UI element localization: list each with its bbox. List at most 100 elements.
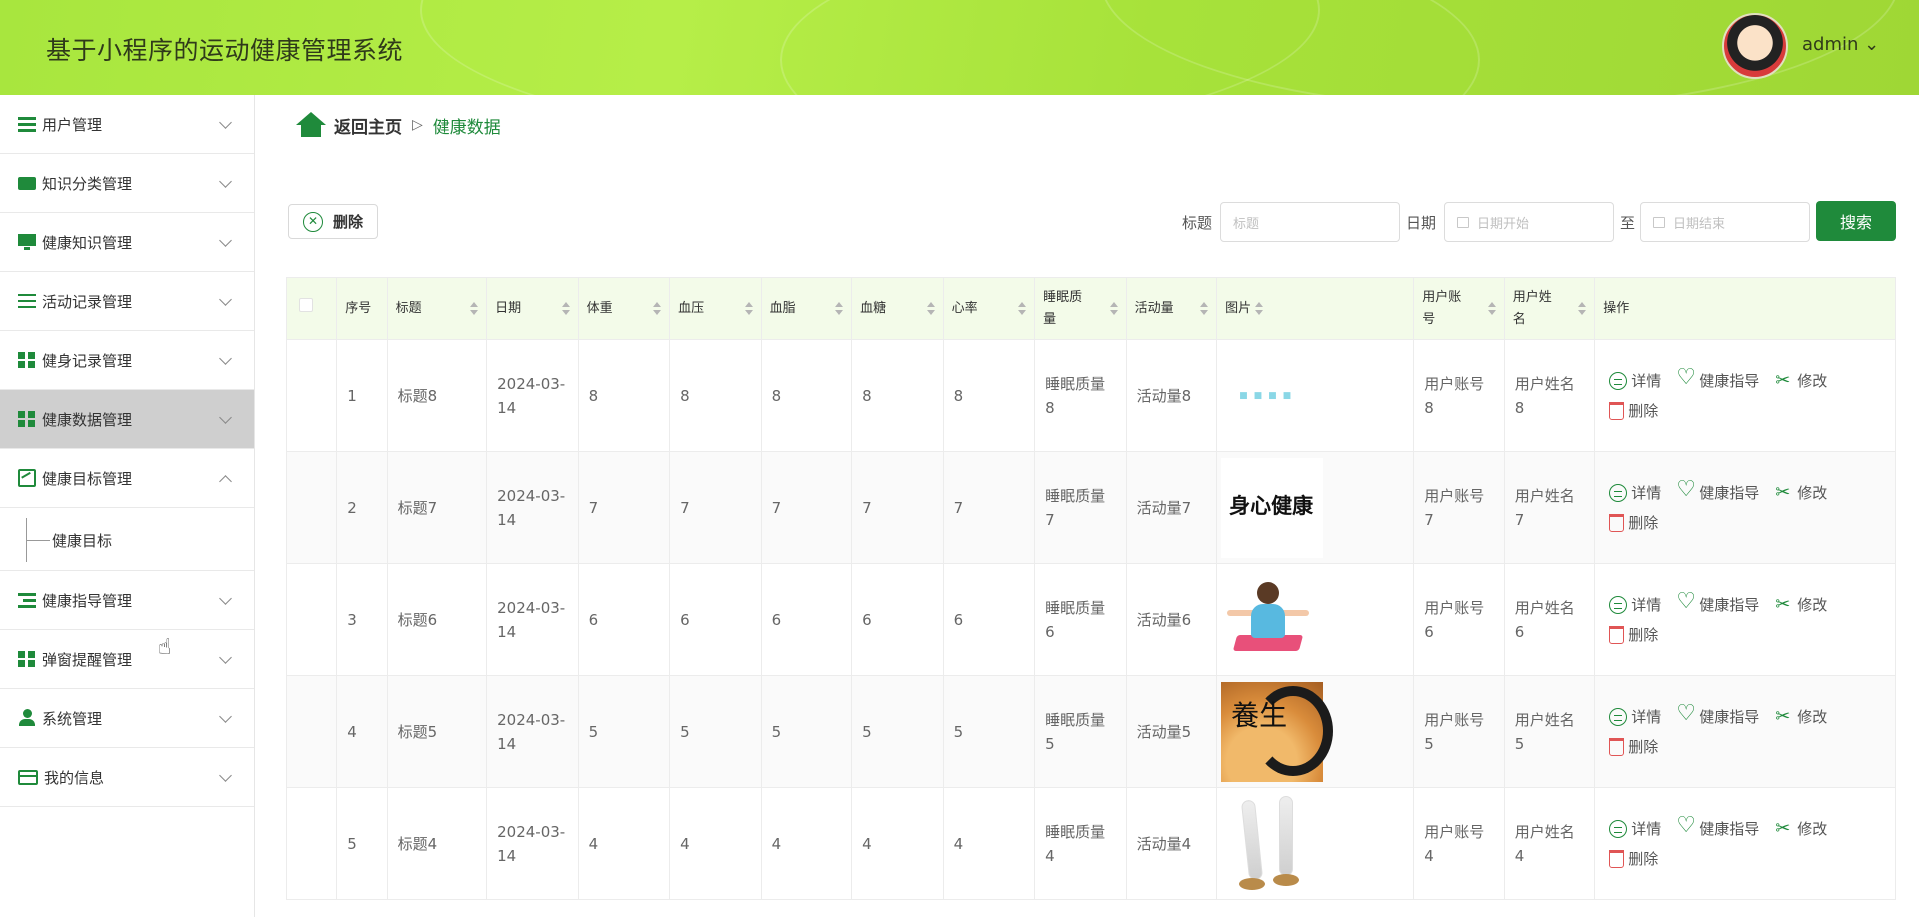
column-header[interactable]: 用户账号: [1413, 277, 1505, 340]
cell-blood-lipid: 6: [760, 563, 853, 676]
sidebar-item-health-guide[interactable]: 健康指导管理: [0, 571, 254, 630]
user-menu[interactable]: admin ⌄: [1802, 34, 1879, 55]
column-header[interactable]: 图片: [1216, 277, 1415, 340]
health-guide-button[interactable]: 健康指导: [1676, 590, 1759, 617]
column-header[interactable]: 血压: [669, 277, 762, 340]
cell-blood-sugar: 7: [851, 451, 944, 564]
health-guide-button[interactable]: 健康指导: [1676, 366, 1759, 393]
column-header[interactable]: 日期: [486, 277, 579, 340]
sidebar-item-activity-record[interactable]: 活动记录管理: [0, 272, 254, 331]
cell-blood-lipid: 8: [760, 339, 853, 452]
column-header[interactable]: 用户姓名: [1503, 277, 1596, 340]
health-data-table: 序号 标题 日期 体重 血压 血脂 血糖 心率 睡眠质量 活动量 图片 用户账号…: [285, 277, 1896, 900]
delete-button[interactable]: 删除: [1609, 511, 1658, 535]
cell-weight: 8: [577, 339, 671, 452]
sort-icon[interactable]: [835, 302, 844, 316]
sidebar-item-system[interactable]: 系统管理: [0, 689, 254, 748]
cell-date: 2024-03-14: [486, 675, 579, 788]
sort-icon[interactable]: [744, 302, 753, 316]
column-header[interactable]: 血脂: [760, 277, 853, 340]
thumbnail-image[interactable]: ■■■■: [1221, 345, 1324, 446]
detail-button[interactable]: 详情: [1609, 593, 1661, 617]
grid-icon: [18, 650, 36, 668]
sidebar-item-knowledge-category[interactable]: 知识分类管理: [0, 154, 254, 213]
select-cell: [285, 451, 338, 564]
thumbnail-image[interactable]: 養生: [1221, 681, 1334, 782]
column-header[interactable]: 血糖: [851, 277, 944, 340]
card-icon: [18, 769, 38, 785]
sort-icon[interactable]: [653, 302, 662, 316]
date-end-input[interactable]: 日期结束: [1640, 202, 1810, 242]
delete-button[interactable]: 删除: [1609, 735, 1658, 759]
thumbnail-image[interactable]: [1221, 793, 1324, 894]
cell-weight: 6: [577, 563, 671, 676]
cell-actions: 详情 健康指导 修改 删除: [1594, 675, 1896, 788]
sort-icon[interactable]: [1018, 302, 1027, 316]
column-header[interactable]: 心率: [942, 277, 1036, 340]
batch-delete-button[interactable]: ✕ 删除: [288, 204, 378, 239]
detail-button[interactable]: 详情: [1609, 369, 1661, 393]
edit-button[interactable]: 修改: [1775, 481, 1827, 505]
trash-icon: [1609, 513, 1625, 532]
sidebar-item-label: 健康指导管理: [42, 591, 133, 610]
sort-icon[interactable]: [1487, 302, 1496, 316]
search-button[interactable]: 搜索: [1816, 201, 1896, 241]
detail-icon: [1609, 595, 1628, 614]
select-all-checkbox[interactable]: [299, 297, 313, 312]
sidebar-item-user[interactable]: 用户管理: [0, 95, 254, 154]
cell-date: 2024-03-14: [486, 563, 579, 676]
thumbnail-image[interactable]: 身心健康: [1221, 457, 1324, 558]
sidebar-item-my-info[interactable]: 我的信息: [0, 748, 254, 807]
cell-activity: 活动量8: [1125, 339, 1218, 452]
column-header[interactable]: 体重: [577, 277, 671, 340]
health-guide-button[interactable]: 健康指导: [1676, 478, 1759, 505]
cell-blood-sugar: 8: [851, 339, 944, 452]
table-row: 3 标题6 2024-03-14 6 6 6 6 6 睡眠质量6 活动量6 用户…: [285, 563, 1896, 676]
sidebar-item-popup-reminder[interactable]: 弹窗提醒管理: [0, 630, 254, 689]
detail-button[interactable]: 详情: [1609, 817, 1661, 841]
edit-button[interactable]: 修改: [1775, 369, 1827, 393]
thumbnail-image[interactable]: [1221, 569, 1324, 670]
sort-icon[interactable]: [470, 302, 479, 316]
sort-icon[interactable]: [1200, 302, 1209, 316]
cell-heart-rate: 7: [942, 451, 1036, 564]
table-row: 5 标题4 2024-03-14 4 4 4 4 4 睡眠质量4 活动量4 用户…: [285, 787, 1896, 900]
sidebar-item-health-data[interactable]: 健康数据管理: [0, 390, 254, 449]
cell-blood-pressure: 5: [669, 675, 762, 788]
column-header[interactable]: 活动量: [1125, 277, 1218, 340]
date-start-placeholder: 日期开始: [1477, 216, 1530, 232]
health-guide-button[interactable]: 健康指导: [1676, 814, 1759, 841]
sidebar-item-fitness-record[interactable]: 健身记录管理: [0, 331, 254, 390]
cell-account: 用户账号8: [1413, 339, 1505, 452]
title-search-input[interactable]: 标题: [1220, 202, 1400, 242]
title-placeholder: 标题: [1233, 216, 1260, 232]
sidebar-item-health-goal[interactable]: 健康目标管理: [0, 449, 254, 508]
date-start-input[interactable]: 日期开始: [1444, 202, 1614, 242]
delete-button[interactable]: 删除: [1609, 399, 1658, 423]
home-icon[interactable]: [296, 112, 326, 138]
sort-icon[interactable]: [1578, 302, 1587, 316]
column-header[interactable]: 标题: [386, 277, 488, 340]
cell-actions: 详情 健康指导 修改 删除: [1594, 787, 1896, 900]
date-label: 日期: [1406, 214, 1437, 232]
health-guide-button[interactable]: 健康指导: [1676, 702, 1759, 729]
chart-icon: [18, 469, 36, 487]
sort-icon[interactable]: [1255, 302, 1264, 316]
avatar[interactable]: [1722, 13, 1788, 79]
edit-button[interactable]: 修改: [1775, 817, 1827, 841]
sort-icon[interactable]: [1109, 302, 1118, 316]
wallet-icon: [18, 174, 36, 192]
detail-button[interactable]: 详情: [1609, 705, 1661, 729]
edit-button[interactable]: 修改: [1775, 705, 1827, 729]
column-header[interactable]: 睡眠质量: [1034, 277, 1127, 340]
edit-button[interactable]: 修改: [1775, 593, 1827, 617]
sort-icon[interactable]: [561, 302, 570, 316]
calendar-icon: [1457, 216, 1469, 228]
delete-button[interactable]: 删除: [1609, 623, 1658, 647]
submenu-health-goal[interactable]: 健康目标: [0, 508, 254, 571]
detail-button[interactable]: 详情: [1609, 481, 1661, 505]
delete-button[interactable]: 删除: [1609, 847, 1658, 871]
sort-icon[interactable]: [926, 302, 935, 316]
breadcrumb-home[interactable]: 返回主页: [334, 113, 402, 138]
sidebar-item-health-knowledge[interactable]: 健康知识管理: [0, 213, 254, 272]
